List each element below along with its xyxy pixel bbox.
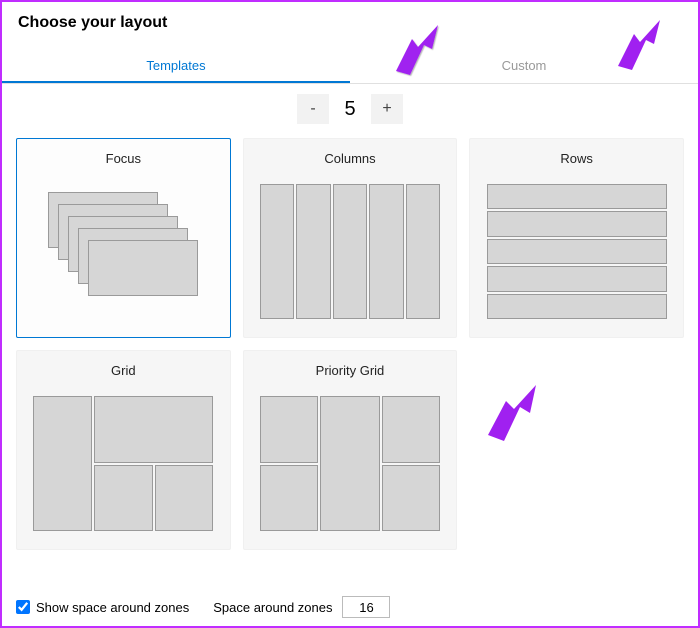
show-space-label: Show space around zones: [36, 600, 189, 615]
template-preview: [254, 176, 447, 327]
show-space-checkbox-wrapper[interactable]: Show space around zones: [16, 600, 189, 615]
zone-count-stepper: - 5 +: [2, 84, 698, 138]
template-grid: Focus Columns Rows Grid: [2, 138, 698, 550]
template-label: Priority Grid: [316, 363, 385, 378]
template-label: Grid: [111, 363, 136, 378]
footer: Show space around zones Space around zon…: [16, 596, 684, 618]
template-preview: [480, 176, 673, 327]
space-around-input[interactable]: [342, 596, 390, 618]
show-space-checkbox[interactable]: [16, 600, 30, 614]
template-label: Rows: [560, 151, 593, 166]
template-label: Focus: [106, 151, 141, 166]
tab-custom[interactable]: Custom: [350, 48, 698, 83]
template-grid-layout[interactable]: Grid: [16, 350, 231, 550]
page-title: Choose your layout: [18, 14, 682, 32]
template-columns[interactable]: Columns: [243, 138, 458, 338]
template-focus[interactable]: Focus: [16, 138, 231, 338]
tab-templates[interactable]: Templates: [2, 48, 350, 83]
template-preview: [254, 388, 447, 539]
tabs: Templates Custom: [2, 48, 698, 84]
decrement-button[interactable]: -: [297, 94, 329, 124]
template-label: Columns: [324, 151, 375, 166]
template-preview: [27, 176, 220, 327]
template-preview: [27, 388, 220, 539]
space-around-label: Space around zones: [213, 600, 332, 615]
zone-count-value: 5: [333, 98, 367, 121]
template-priority-grid[interactable]: Priority Grid: [243, 350, 458, 550]
increment-button[interactable]: +: [371, 94, 403, 124]
template-rows[interactable]: Rows: [469, 138, 684, 338]
